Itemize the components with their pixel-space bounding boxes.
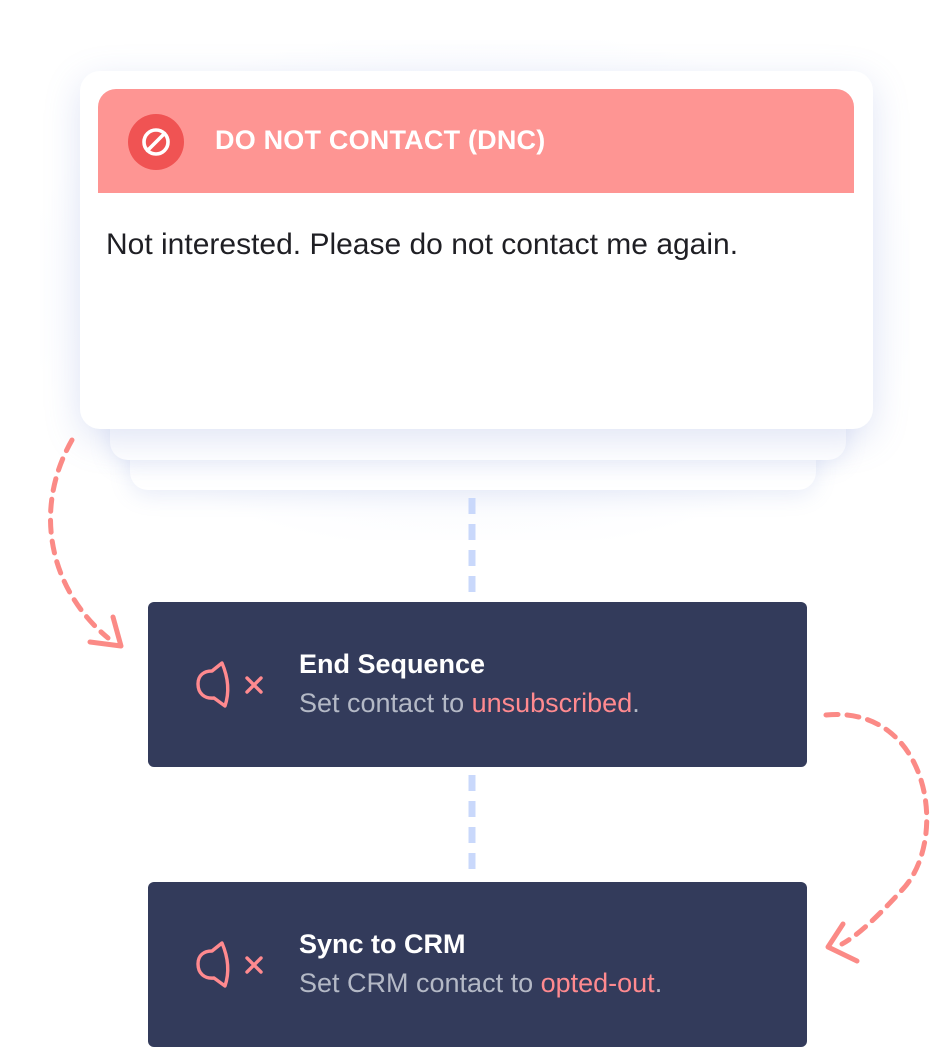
- action-title: End Sequence: [299, 649, 486, 679]
- dnc-message: Not interested. Please do not contact me…: [106, 228, 739, 261]
- dnc-title: DO NOT CONTACT (DNC): [215, 125, 546, 155]
- description-text: Set CRM contact to: [299, 968, 541, 998]
- flow-diagram: DO NOT CONTACT (DNC) Not interested. Ple…: [0, 0, 948, 1048]
- status-highlight: unsubscribed: [471, 688, 633, 718]
- ban-icon: [128, 114, 184, 170]
- bell-off-icon: [192, 935, 272, 993]
- status-highlight: opted-out: [540, 968, 655, 998]
- action-description: Set CRM contact to opted-out.: [299, 968, 662, 999]
- dnc-header: DO NOT CONTACT (DNC): [98, 89, 854, 193]
- description-period: .: [654, 968, 663, 998]
- arrowhead-left: [87, 614, 124, 649]
- action-title: Sync to CRM: [299, 929, 466, 959]
- description-text: Set contact to: [299, 688, 472, 718]
- arrowhead-right: [825, 921, 860, 964]
- description-period: .: [632, 688, 640, 718]
- action-description: Set contact to unsubscribed.: [299, 688, 640, 719]
- curved-arrow-right: [823, 712, 930, 947]
- bell-off-icon: [192, 655, 272, 713]
- dnc-card: DO NOT CONTACT (DNC) Not interested. Ple…: [80, 71, 873, 429]
- action-end-sequence: End Sequence Set contact to unsubscribed…: [148, 602, 807, 767]
- action-sync-crm: Sync to CRM Set CRM contact to opted-out…: [148, 882, 807, 1047]
